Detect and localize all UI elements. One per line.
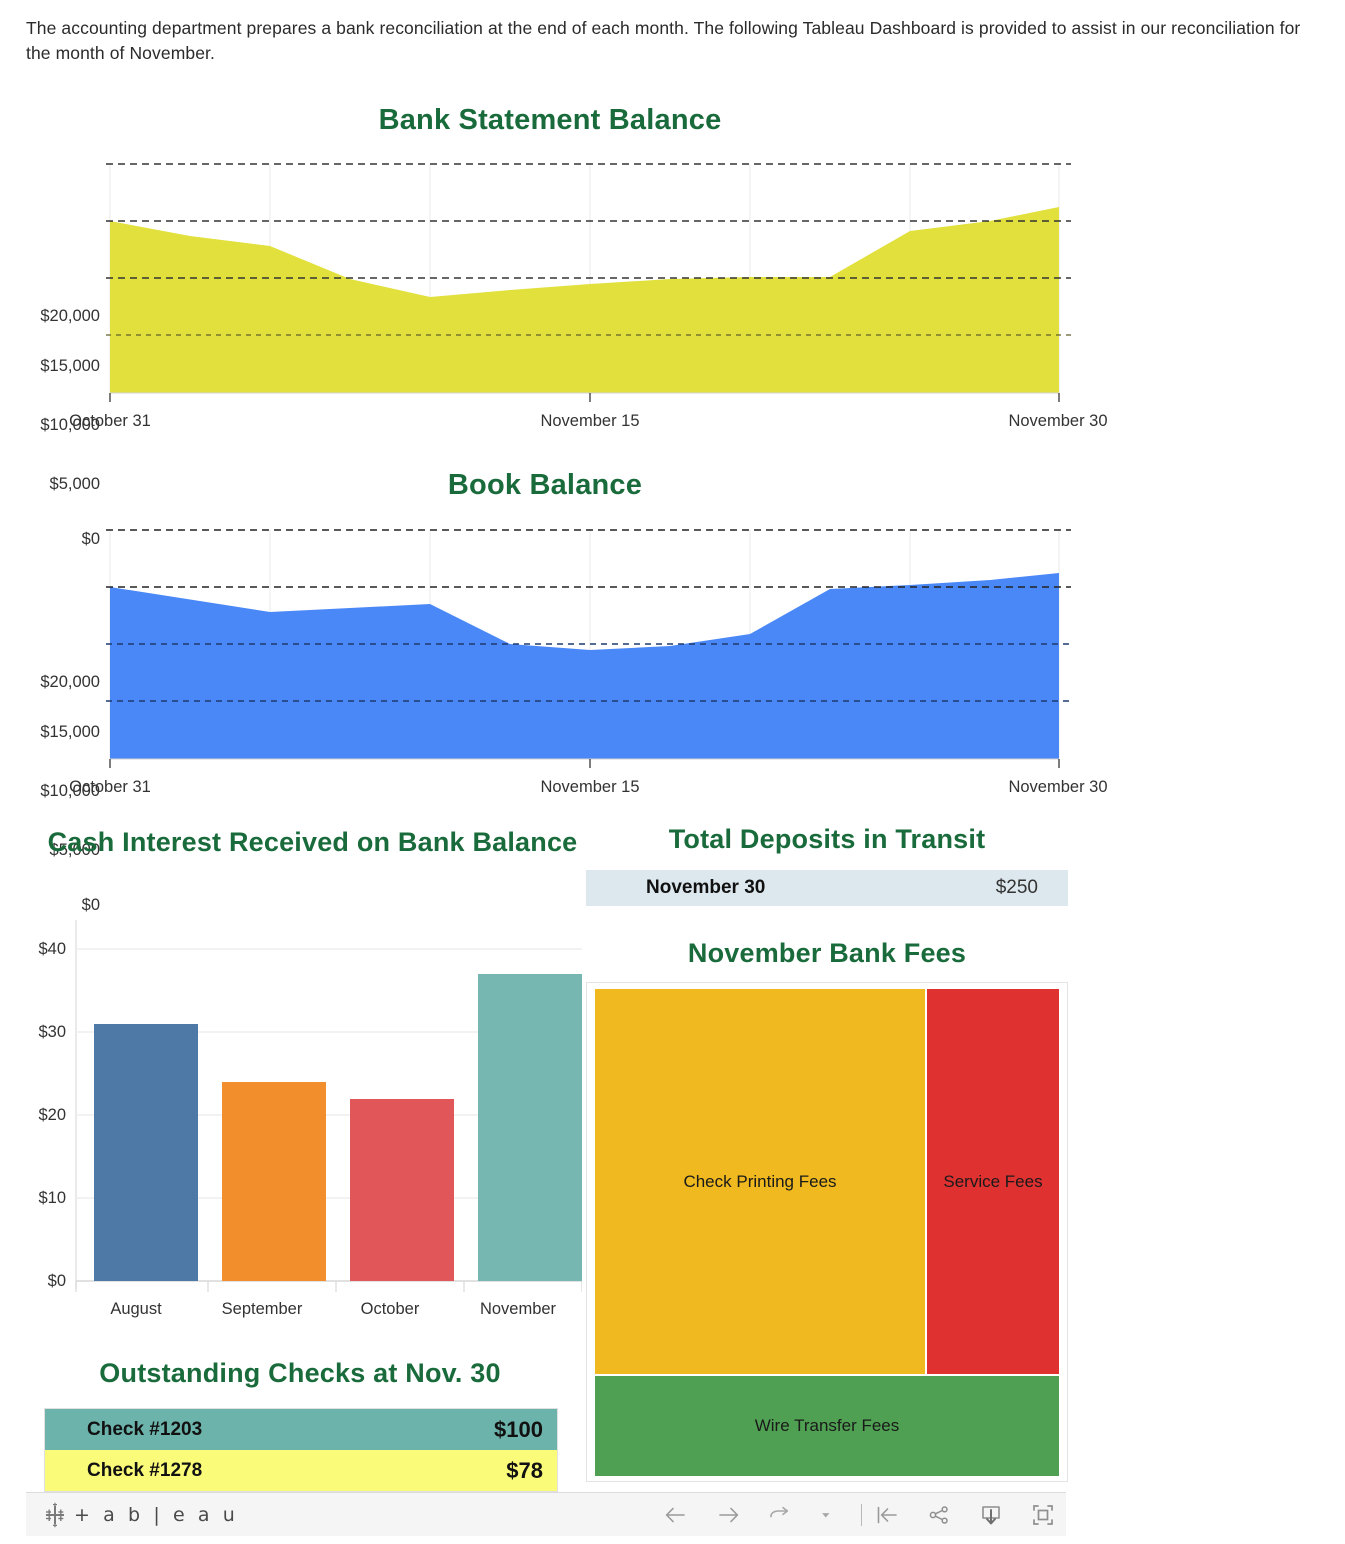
x-tick-book-nov30: November 30 — [1008, 778, 1108, 796]
y-tick-book-15000: $15,000 — [40, 723, 100, 741]
x-tick-interest-september: September — [221, 1300, 303, 1318]
intro-paragraph: The accounting department prepares a ban… — [26, 18, 1301, 64]
y-tick-book-20000: $20,000 — [40, 673, 100, 691]
check-amount: $78 — [506, 1457, 543, 1483]
share-icon[interactable] — [926, 1502, 952, 1528]
treemap-cell-wire-transfer-fees[interactable]: Wire Transfer Fees — [595, 1376, 1059, 1476]
x-tick-interest-august: August — [110, 1300, 162, 1318]
y-tick-interest-30: $30 — [38, 1023, 66, 1041]
toolbar-buttons — [663, 1502, 1056, 1528]
cash-interest-plot — [75, 920, 582, 1292]
y-tick-interest-0: $0 — [47, 1272, 66, 1290]
revert-icon[interactable] — [767, 1502, 793, 1528]
y-tick-interest-20: $20 — [38, 1106, 66, 1124]
fullscreen-icon[interactable] — [1030, 1502, 1056, 1528]
table-row[interactable]: Check #1278 $78 — [45, 1450, 557, 1491]
bar-november — [478, 974, 582, 1281]
deposits-title: Total Deposits in Transit — [668, 824, 986, 854]
outstanding-checks-title: Outstanding Checks at Nov. 30 — [99, 1358, 501, 1388]
bar-august — [94, 1024, 198, 1281]
tableau-logo[interactable]: + a b | e a u — [42, 1502, 238, 1528]
x-tick-book-nov15: November 15 — [540, 778, 640, 796]
toolbar-divider — [861, 1503, 862, 1526]
cash-interest-title: Cash Interest Received on Bank Balance — [47, 827, 578, 857]
x-tick-interest-november: November — [479, 1300, 557, 1318]
y-tick-interest-40: $40 — [38, 940, 66, 958]
bank-fees-treemap: Check Printing Fees Service Fees Wire Tr… — [586, 982, 1068, 1482]
bank-fees-title: November Bank Fees — [687, 938, 967, 968]
y-tick-bank-20000: $20,000 — [40, 307, 100, 325]
bank-statement-title: Bank Statement Balance — [378, 104, 722, 136]
cash-interest-chart: $40 $30 $20 $10 $0 August September Octo — [0, 900, 590, 1340]
reset-icon[interactable] — [874, 1502, 900, 1528]
forward-arrow-icon[interactable] — [715, 1502, 741, 1528]
bank-statement-chart: $20,000 $15,000 $10,000 $5,000 $0 Octobe… — [0, 150, 1108, 548]
tableau-mark-icon — [46, 1502, 64, 1527]
x-tick-book-oct31: October 31 — [69, 778, 151, 796]
table-row[interactable]: November 30 $250 — [586, 870, 1068, 906]
book-balance-title: Book Balance — [447, 469, 643, 501]
deposits-table: November 30 $250 — [586, 870, 1068, 906]
back-arrow-icon[interactable] — [663, 1502, 689, 1528]
tableau-wordmark: + a b | e a u — [74, 1503, 239, 1526]
table-row[interactable]: Check #1203 $100 — [45, 1409, 557, 1450]
treemap-cell-check-printing-fees[interactable]: Check Printing Fees — [595, 989, 925, 1374]
x-tick-interest-october: October — [360, 1300, 420, 1318]
y-tick-interest-10: $10 — [38, 1189, 66, 1207]
y-tick-bank-15000: $15,000 — [40, 357, 100, 375]
deposit-date: November 30 — [646, 877, 766, 898]
tableau-toolbar: + a b | e a u — [26, 1492, 1066, 1536]
treemap-cell-service-fees[interactable]: Service Fees — [927, 989, 1059, 1374]
check-label: Check #1203 — [87, 1418, 203, 1440]
download-icon[interactable] — [978, 1502, 1004, 1528]
bar-october — [350, 1099, 454, 1281]
bar-september — [222, 1082, 326, 1281]
x-tick-bank-nov15: November 15 — [540, 412, 640, 430]
check-label: Check #1278 — [87, 1459, 203, 1481]
deposit-amount: $250 — [995, 877, 1038, 898]
chevron-down-icon[interactable] — [819, 1502, 835, 1528]
outstanding-checks-table: Check #1203 $100 Check #1278 $78 — [44, 1408, 558, 1492]
check-amount: $100 — [494, 1416, 543, 1442]
x-tick-bank-oct31: October 31 — [69, 412, 151, 430]
book-balance-chart: $20,000 $15,000 $10,000 $5,000 $0 Octobe… — [0, 516, 1108, 914]
x-tick-bank-nov30: November 30 — [1008, 412, 1108, 430]
